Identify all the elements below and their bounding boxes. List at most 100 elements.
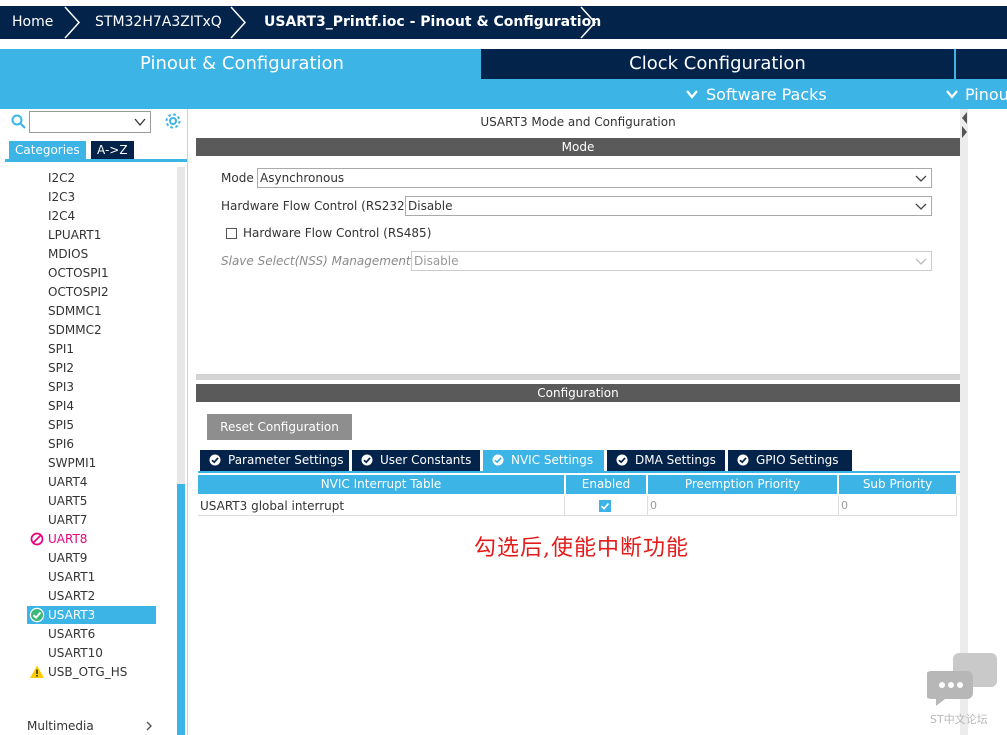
tab-label: Parameter Settings	[228, 453, 344, 467]
list-item-lpuart1[interactable]: LPUART1	[27, 226, 156, 244]
tab-clock-configuration[interactable]: Clock Configuration	[481, 49, 954, 79]
peripheral-tree-panel: Categories A->Z I2C2 I2C3 I2C4 LPUART1 M…	[5, 109, 188, 735]
chevron-down-icon	[915, 175, 927, 182]
list-item-uart7[interactable]: UART7	[27, 511, 156, 529]
chevron-down-icon	[915, 203, 927, 210]
tab-nvic-settings[interactable]: NVIC Settings	[483, 450, 604, 471]
mode-configuration-panel: USART3 Mode and Configuration Mode Mode …	[196, 109, 960, 735]
sub-priority-cell[interactable]: 0	[839, 496, 957, 516]
breadcrumb-bar: Home STM32H7A3ZITxQ USART3_Printf.ioc - …	[0, 0, 1007, 40]
list-item-octospi1[interactable]: OCTOSPI1	[27, 264, 156, 282]
hfc-rs232-value: Disable	[408, 199, 453, 213]
collapse-arrows-icon[interactable]	[961, 111, 968, 139]
list-item-spi2[interactable]: SPI2	[27, 359, 156, 377]
list-item-uart5[interactable]: UART5	[27, 492, 156, 510]
mode-label: Mode	[221, 171, 254, 185]
scrollbar-thumb[interactable]	[177, 484, 185, 735]
list-item-i2c4[interactable]: I2C4	[27, 207, 156, 225]
column-header-sub-priority[interactable]: Sub Priority	[839, 475, 956, 494]
breadcrumb-home[interactable]: Home	[12, 6, 53, 39]
hfc-rs232-select[interactable]: Disable	[405, 196, 932, 216]
group-label: Multimedia	[27, 719, 94, 733]
breadcrumb-current-project[interactable]: USART3_Printf.ioc - Pinout & Configurati…	[264, 6, 601, 39]
list-item-uart9[interactable]: UART9	[27, 549, 156, 567]
tab-underline	[5, 159, 187, 162]
list-item-usart6[interactable]: USART6	[27, 625, 156, 643]
column-header-preemption-priority[interactable]: Preemption Priority	[648, 475, 837, 494]
check-circle-icon	[492, 454, 504, 466]
hfc-rs485-checkbox[interactable]	[226, 228, 237, 239]
interrupt-name-cell: USART3 global interrupt	[198, 496, 565, 516]
tab-dma-settings[interactable]: DMA Settings	[607, 450, 725, 471]
list-item-i2c2[interactable]: I2C2	[27, 169, 156, 187]
chevron-down-icon	[134, 118, 146, 127]
chevron-right-icon	[146, 721, 152, 731]
list-item-usart3[interactable]: USART3	[27, 606, 156, 624]
list-item-uart4[interactable]: UART4	[27, 473, 156, 491]
list-item-usart2[interactable]: USART2	[27, 587, 156, 605]
list-item-usb-otg-hs[interactable]: USB_OTG_HS	[27, 663, 156, 681]
search-icon[interactable]	[11, 114, 26, 129]
chevron-down-icon	[915, 258, 927, 265]
list-item-spi6[interactable]: SPI6	[27, 435, 156, 453]
mode-select-value: Asynchronous	[260, 171, 345, 185]
nss-select: Disable	[411, 251, 932, 271]
check-circle-icon	[29, 607, 45, 623]
list-item-octospi2[interactable]: OCTOSPI2	[27, 283, 156, 301]
column-header-interrupt-table[interactable]: NVIC Interrupt Table	[198, 475, 564, 494]
list-item-usart1[interactable]: USART1	[27, 568, 156, 586]
collapse-strip[interactable]	[960, 109, 968, 735]
tab-more[interactable]	[956, 49, 1007, 79]
list-item-spi3[interactable]: SPI3	[27, 378, 156, 396]
list-item-spi1[interactable]: SPI1	[27, 340, 156, 358]
list-item-label: UART8	[48, 532, 88, 546]
enabled-checkbox[interactable]	[599, 500, 611, 512]
tab-user-constants[interactable]: User Constants	[352, 450, 480, 471]
list-item-mdios[interactable]: MDIOS	[27, 245, 156, 263]
breadcrumb-mcu[interactable]: STM32H7A3ZITxQ	[95, 6, 222, 39]
list-item-usart10[interactable]: USART10	[27, 644, 156, 662]
forum-logo-icon	[927, 653, 997, 706]
breadcrumb-separator-icon	[64, 6, 81, 39]
software-packs-label: Software Packs	[706, 85, 827, 104]
gear-icon[interactable]	[164, 112, 182, 130]
list-item-spi5[interactable]: SPI5	[27, 416, 156, 434]
list-item-swpmi1[interactable]: SWPMI1	[27, 454, 156, 472]
tab-parameter-settings[interactable]: Parameter Settings	[200, 450, 349, 471]
right-edge-panel	[960, 109, 1007, 735]
configuration-header: Configuration	[196, 384, 960, 402]
list-item-sdmmc2[interactable]: SDMMC2	[27, 321, 156, 339]
panel-title: USART3 Mode and Configuration	[480, 115, 676, 129]
mode-header: Mode	[196, 138, 960, 156]
panel-divider[interactable]	[196, 374, 960, 380]
check-circle-icon	[616, 454, 628, 466]
chevron-down-icon	[686, 90, 698, 99]
tab-label: User Constants	[380, 453, 472, 467]
chevron-down-icon	[946, 90, 958, 99]
list-item-sdmmc1[interactable]: SDMMC1	[27, 302, 156, 320]
tab-pinout-configuration[interactable]: Pinout & Configuration	[5, 49, 479, 79]
tab-categories[interactable]: Categories	[9, 141, 86, 159]
list-item-spi4[interactable]: SPI4	[27, 397, 156, 415]
list-item-uart8[interactable]: UART8	[27, 530, 156, 548]
enabled-cell[interactable]	[565, 496, 648, 516]
breadcrumb-separator-icon	[230, 6, 247, 39]
hfc-rs232-label: Hardware Flow Control (RS232)	[221, 199, 410, 213]
list-item-i2c3[interactable]: I2C3	[27, 188, 156, 206]
main-tab-bar: Pinout & Configuration Clock Configurati…	[0, 49, 1007, 109]
tabs-underline	[198, 471, 960, 473]
hfc-rs485-label: Hardware Flow Control (RS485)	[243, 226, 432, 240]
group-multimedia[interactable]: Multimedia	[5, 717, 152, 735]
disabled-icon	[30, 532, 44, 546]
mode-select[interactable]: Asynchronous	[257, 168, 932, 188]
reset-configuration-button[interactable]: Reset Configuration	[207, 414, 352, 440]
column-header-enabled[interactable]: Enabled	[566, 475, 646, 494]
list-item-label: USB_OTG_HS	[48, 665, 128, 679]
tab-label: DMA Settings	[635, 453, 716, 467]
search-row	[5, 109, 187, 139]
tab-gpio-settings[interactable]: GPIO Settings	[728, 450, 852, 471]
tab-a-z[interactable]: A->Z	[91, 141, 134, 159]
preemption-priority-cell[interactable]: 0	[648, 496, 839, 516]
nss-label: Slave Select(NSS) Management	[221, 254, 411, 268]
search-input[interactable]	[29, 111, 151, 133]
